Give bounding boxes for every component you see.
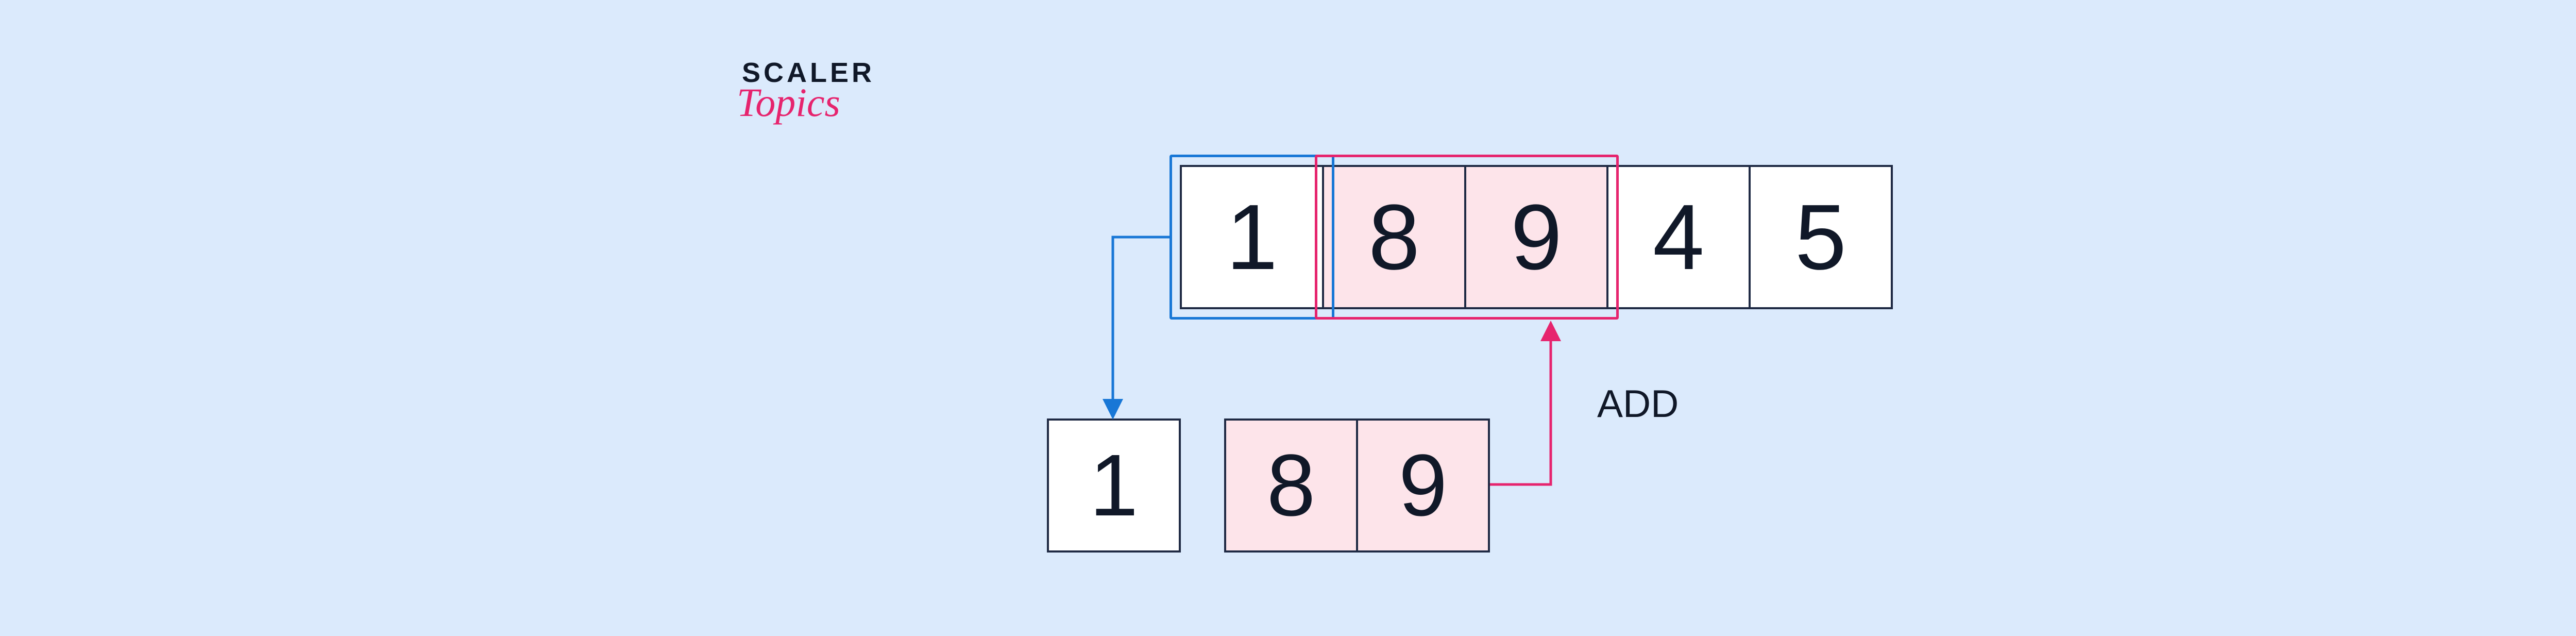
top-cell-1: 8 bbox=[1322, 165, 1466, 309]
top-cell-0: 1 bbox=[1180, 165, 1324, 309]
bottom-pair-0: 8 bbox=[1224, 419, 1358, 553]
top-cell-3: 4 bbox=[1606, 165, 1751, 309]
top-cell-4: 5 bbox=[1749, 165, 1893, 309]
bottom-single-cell: 1 bbox=[1047, 419, 1181, 553]
bottom-pair-cells: 8 9 bbox=[1224, 419, 1490, 553]
scaler-topics-logo: SCALER Topics bbox=[742, 57, 875, 126]
top-cell-2: 9 bbox=[1464, 165, 1608, 309]
pink-arrow bbox=[1490, 325, 1551, 484]
add-label: ADD bbox=[1597, 381, 1679, 426]
bottom-pair-1: 9 bbox=[1356, 419, 1490, 553]
top-array: 1 8 9 4 5 bbox=[1180, 165, 1893, 309]
blue-arrow bbox=[1113, 237, 1170, 415]
